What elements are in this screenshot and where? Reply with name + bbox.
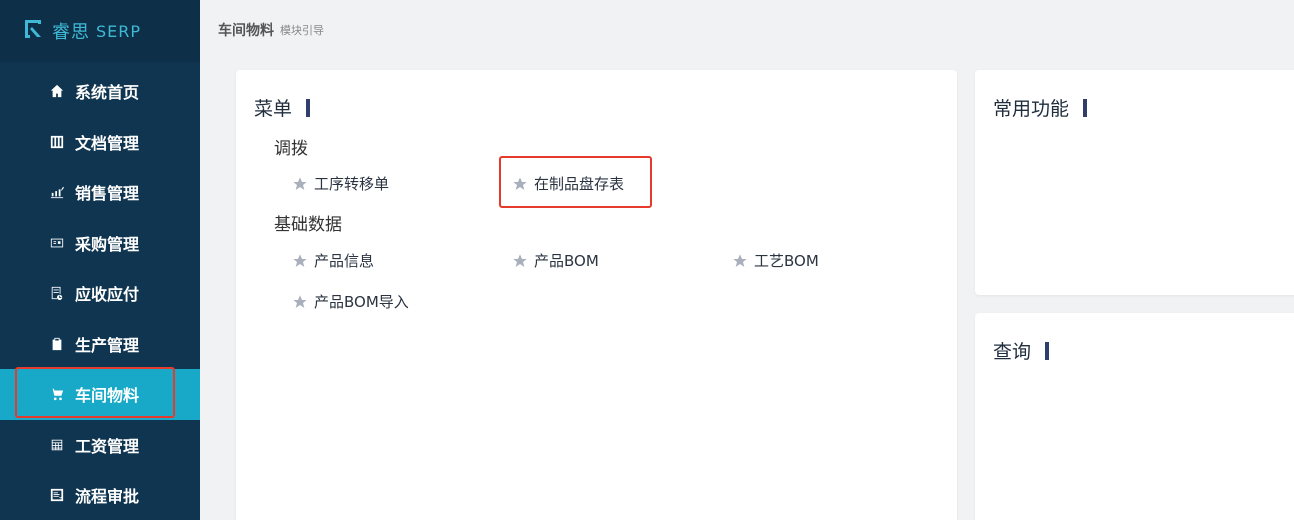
title-bar-decoration [306,98,311,117]
logo-icon [22,17,52,45]
title-bar-decoration [1083,98,1088,117]
sidebar-item-payroll[interactable]: 工资管理 [0,420,200,471]
sidebar-item-label: 采购管理 [75,234,140,254]
sidebar-item-home[interactable]: 系统首页 [0,66,200,117]
menu-card-title: 菜单 [254,98,293,120]
sidebar-item-production[interactable]: 生产管理 [0,319,200,370]
approval-icon [50,488,64,502]
page-subtitle: 模块引导 [280,24,324,37]
home-icon [50,84,64,98]
menu-item-process-transfer[interactable]: 工序转移单 [292,173,389,194]
purchase-icon [50,236,64,250]
highlight-box [15,367,175,418]
menu-item-label: 产品BOM导入 [314,293,409,311]
sidebar-item-label: 应收应付 [75,285,140,305]
menu-item-label: 产品信息 [314,252,375,270]
clipboard-icon [50,337,64,351]
sidebar-item-label: 流程审批 [75,487,140,507]
card-title: 菜单 [254,94,311,121]
card-title: 查询 [993,337,1050,364]
star-icon[interactable] [292,176,308,192]
sidebar-item-receivables[interactable]: 应收应付 [0,268,200,319]
query-card-title: 查询 [993,341,1032,363]
menu-item-product-bom-import[interactable]: 产品BOM导入 [292,291,409,312]
logo-text-cn: 睿思 [52,22,90,43]
sidebar-item-label: 系统首页 [75,83,140,103]
star-icon[interactable] [292,253,308,269]
favorites-card: 常用功能 [975,70,1294,295]
menu-item-wip-inventory[interactable]: 在制品盘存表 [512,173,624,194]
star-icon[interactable] [512,253,528,269]
menu-item-label: 在制品盘存表 [534,175,625,193]
group-label-transfer: 调拨 [274,139,308,159]
star-icon[interactable] [512,176,528,192]
menu-item-label: 产品BOM [534,252,599,270]
menu-card: 菜单 调拨 工序转移单 在制品盘存表 基础数据 产品信息 产品BOM 工艺BOM… [236,70,957,520]
sidebar-item-documents[interactable]: 文档管理 [0,117,200,168]
sidebar-item-label: 销售管理 [75,184,140,204]
sidebar-item-purchase[interactable]: 采购管理 [0,218,200,269]
menu-item-process-bom[interactable]: 工艺BOM [732,250,819,271]
sales-chart-icon [50,185,64,199]
star-icon[interactable] [292,294,308,310]
page-title: 车间物料 [218,23,274,39]
query-card: 查询 [975,313,1294,520]
menu-item-product-bom[interactable]: 产品BOM [512,250,599,271]
sidebar-item-label: 文档管理 [75,133,140,153]
sidebar-item-approval[interactable]: 流程审批 [0,470,200,520]
group-label-basic-data: 基础数据 [274,215,342,235]
sidebar-item-workshop-materials[interactable]: 车间物料 [0,367,200,420]
logo-text-en: SERP [96,21,142,41]
star-icon[interactable] [732,253,748,269]
title-bar-decoration [1045,341,1050,360]
page-header: 车间物料 模块引导 [200,0,1294,60]
sidebar-menu: 系统首页 文档管理 销售管理 采购管理 应收应付 生产管理 车间物料 工资管理 … [0,66,200,520]
calculator-icon [50,438,64,452]
document-icon [50,135,64,149]
sidebar: 睿思 SERP 系统首页 文档管理 销售管理 采购管理 应收应付 生产管理 车间… [0,0,200,520]
app-logo[interactable]: 睿思 SERP [0,0,200,62]
menu-item-label: 工艺BOM [754,252,819,270]
favorites-card-title: 常用功能 [993,98,1070,120]
ledger-icon [50,286,64,301]
menu-item-label: 工序转移单 [314,175,390,193]
sidebar-item-label: 工资管理 [75,436,140,456]
menu-item-product-info[interactable]: 产品信息 [292,250,374,271]
card-title: 常用功能 [993,94,1088,121]
sidebar-item-label: 生产管理 [75,335,140,355]
sidebar-item-sales[interactable]: 销售管理 [0,167,200,218]
